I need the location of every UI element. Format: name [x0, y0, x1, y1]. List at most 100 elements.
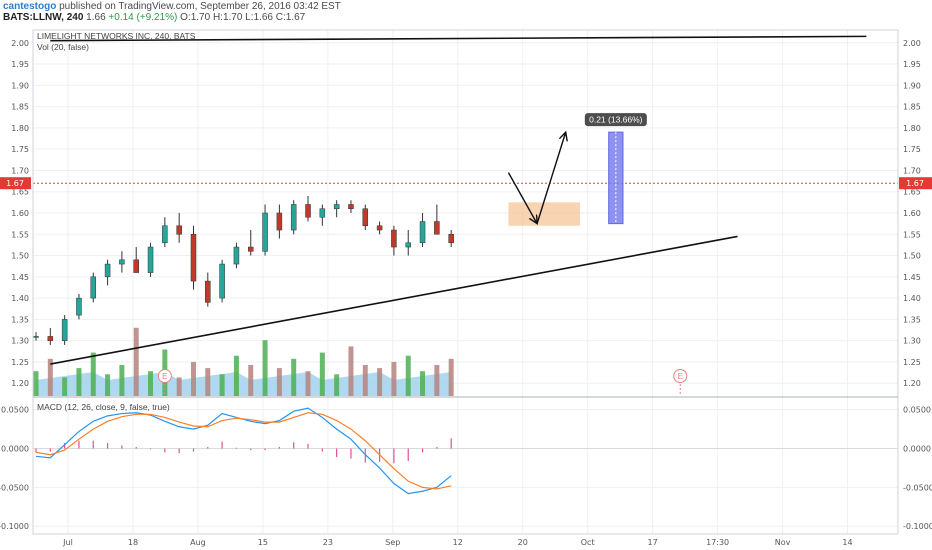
- volume-bar: [205, 368, 211, 396]
- y-tick-label-left: 1.60: [11, 209, 29, 218]
- x-tick-label: Oct: [581, 538, 595, 547]
- target-zone: [508, 202, 581, 226]
- y-tick-label-right: 1.85: [903, 103, 921, 112]
- candle-body: [90, 276, 97, 299]
- candle-body: [47, 336, 54, 341]
- y-tick-label-right: 2.00: [903, 39, 921, 48]
- candle-body: [448, 234, 454, 244]
- x-tick-label: 17:30: [706, 538, 729, 547]
- candle-body: [76, 297, 82, 316]
- price-tag-left-text: 1.67: [6, 179, 24, 188]
- macd-tick-left: -0.0500: [0, 483, 29, 492]
- candle-body: [119, 259, 125, 265]
- volume-bar: [434, 365, 440, 396]
- macd-pane: [33, 407, 898, 495]
- candle-body: [405, 242, 411, 248]
- y-tick-label-right: 1.95: [903, 60, 921, 69]
- y-tick-label-left: 1.75: [11, 145, 29, 154]
- y-tick-label-right: 1.45: [903, 273, 921, 282]
- y-tick-label-right: 1.55: [903, 230, 921, 239]
- candle-body: [205, 280, 211, 303]
- x-tick-label: 15: [258, 538, 268, 547]
- x-tick-label: 14: [842, 538, 852, 547]
- y-tick-label-left: 1.50: [11, 252, 29, 261]
- price-pane-title: LIMELIGHT NETWORKS INC, 240, BATS: [37, 31, 196, 41]
- volume-bar: [76, 368, 82, 396]
- y-tick-label-left: 2.00: [11, 39, 29, 48]
- volume-bar: [190, 361, 196, 396]
- volume-bar: [90, 352, 96, 396]
- volume-bar: [334, 374, 340, 396]
- y-tick-label-right: 1.30: [903, 337, 921, 346]
- y-tick-label-right: 1.25: [903, 358, 921, 367]
- candle-body: [305, 204, 311, 218]
- macd-tick-right: 0.0500: [903, 406, 931, 415]
- earnings-marker-label: E: [678, 372, 683, 381]
- x-tick-label: 23: [323, 538, 333, 547]
- y-tick-label-left: 1.70: [11, 166, 29, 175]
- x-tick-label: Aug: [190, 538, 206, 547]
- axes: Jul 18 Aug 15 23 Sep 12 20 Oct 17 17:30 Nov 14 2.00 2.…: [0, 29, 932, 547]
- candle-body: [419, 221, 426, 244]
- volume-pane-title: Vol (20, false): [37, 42, 89, 52]
- volume-bar: [119, 365, 125, 396]
- x-tick-label: 18: [128, 538, 138, 547]
- macd-tick-right: -0.1000: [903, 522, 932, 531]
- volume-bar: [377, 368, 383, 396]
- y-tick-label-left: 1.90: [11, 81, 29, 90]
- volume-ma-area: [36, 372, 452, 396]
- candle-body: [333, 204, 340, 209]
- volume-bar: [105, 374, 111, 396]
- volume-bar: [319, 352, 325, 396]
- macd-tick-right: -0.0500: [903, 483, 932, 492]
- y-tick-label-left: 1.40: [11, 294, 29, 303]
- volume-bar: [176, 377, 182, 396]
- macd-tick-left: 0.0000: [1, 445, 29, 454]
- volume-bar: [62, 377, 68, 396]
- x-tick-label: Sep: [385, 538, 400, 547]
- y-tick-label-right: 1.60: [903, 209, 921, 218]
- candle-body: [147, 246, 154, 273]
- plot-frame: [32, 29, 899, 535]
- volume-bar: [148, 371, 154, 396]
- x-tick-label: 17: [648, 538, 658, 547]
- x-tick-label: Nov: [775, 538, 791, 547]
- volume-bar: [133, 327, 139, 396]
- y-tick-label-right: 1.35: [903, 315, 921, 324]
- candle-body: [162, 225, 168, 244]
- candle-body: [362, 208, 369, 227]
- y-tick-label-left: 1.95: [11, 60, 29, 69]
- y-tick-label-left: 1.85: [11, 103, 29, 112]
- candle-body: [33, 336, 39, 338]
- macd-line-macd: [35, 407, 452, 495]
- chart-canvas[interactable]: 0.21 (13.66%) E E Jul 18 Aug 15 23 Sep 12 20 Oct 17…: [0, 0, 932, 550]
- earnings-marker-label: E: [162, 372, 167, 381]
- candle-body: [133, 259, 139, 273]
- volume-bar: [405, 355, 411, 396]
- y-tick-label-right: 1.80: [903, 124, 921, 133]
- y-tick-label-left: 1.80: [11, 124, 29, 133]
- candle-body: [219, 263, 225, 299]
- candle-body: [61, 319, 68, 341]
- macd-tick-right: 0.0000: [903, 445, 931, 454]
- candle-body: [104, 263, 111, 278]
- y-tick-label-left: 1.35: [11, 315, 29, 324]
- candle-body: [376, 225, 383, 231]
- y-tick-label-right: 1.40: [903, 294, 921, 303]
- candle-body: [233, 246, 240, 265]
- x-tick-label: 12: [453, 538, 463, 547]
- y-tick-label-right: 1.90: [903, 81, 921, 90]
- y-tick-label-left: 1.45: [11, 273, 29, 282]
- volume-bar: [291, 358, 297, 396]
- candle-body: [248, 246, 254, 252]
- grid-lines: [33, 30, 898, 534]
- volume-bar: [233, 355, 239, 396]
- volume-bar: [391, 361, 397, 396]
- price-pane: 0.21 (13.66%) E E: [33, 35, 898, 396]
- y-tick-label-right: 1.20: [903, 379, 921, 388]
- candle-body: [276, 212, 283, 231]
- measure-label: 0.21 (13.66%): [589, 115, 643, 125]
- x-tick-label: 20: [518, 538, 528, 547]
- y-tick-label-left: 1.20: [11, 379, 29, 388]
- candle-body: [176, 225, 182, 235]
